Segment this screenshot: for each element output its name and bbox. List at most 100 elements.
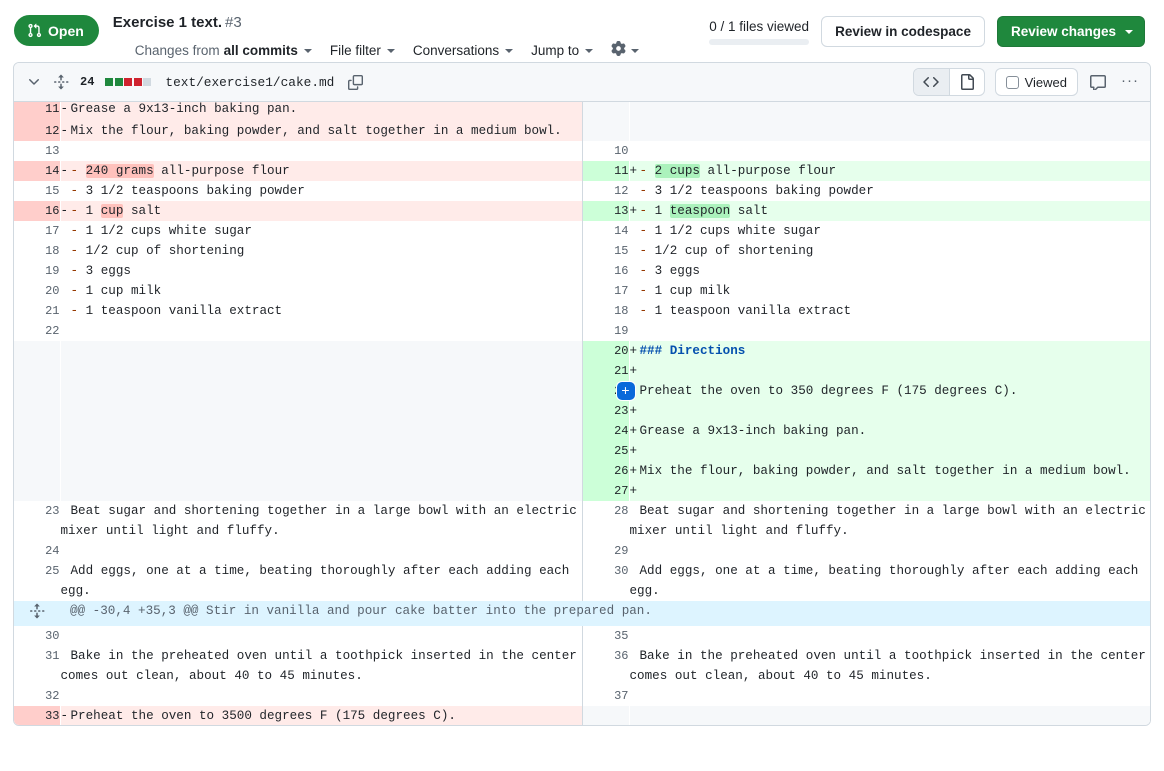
checkbox-box[interactable] [1005,75,1019,89]
line-number-left[interactable]: 30 [14,626,60,646]
diff-code-right[interactable]: + ### Directions [629,341,1150,361]
line-number-right[interactable] [583,706,629,725]
file-path[interactable]: text/exercise1/cake.md [165,75,334,90]
diff-code-right[interactable]: Beat sugar and shortening together in a … [629,501,1150,541]
diff-code-left[interactable]: Bake in the preheated oven until a tooth… [60,646,582,686]
line-number-left[interactable]: 16 [14,201,60,221]
line-number-right[interactable]: 11 [583,161,629,181]
line-number-left[interactable]: 24 [14,541,60,561]
jump-to-dropdown[interactable]: Jump to [531,43,594,58]
line-number-left[interactable]: 22 [14,321,60,341]
diff-code-left[interactable] [60,626,582,646]
diff-code-left[interactable]: - Grease a 9x13-inch baking pan. [60,102,582,121]
line-number-left[interactable]: 13 [14,141,60,161]
line-number-right[interactable]: 14 [583,221,629,241]
diff-code-left[interactable] [60,341,582,361]
diff-code-right[interactable]: + [629,481,1150,501]
diff-code-left[interactable] [60,361,582,381]
line-number-left[interactable]: 23 [14,501,60,541]
viewed-checkbox[interactable]: Viewed [994,68,1078,96]
line-number-right[interactable]: 13 [583,201,629,221]
line-number-left[interactable] [14,421,60,441]
diff-code-left[interactable]: - 3 eggs [60,261,582,281]
diff-code-right[interactable]: + Mix the flour, baking powder, and salt … [629,461,1150,481]
conversations-dropdown[interactable]: Conversations [413,43,514,58]
line-number-right[interactable]: 27 [583,481,629,501]
line-number-left[interactable]: 21 [14,301,60,321]
chevron-down-icon[interactable] [24,72,44,92]
diff-code-right[interactable]: + - 2 cups all-purpose flour [629,161,1150,181]
diff-code-right[interactable]: - 3 1/2 teaspoons baking powder [629,181,1150,201]
line-number-right[interactable]: 37 [583,686,629,706]
line-number-right[interactable]: 23 [583,401,629,421]
diff-code-right[interactable]: + [629,401,1150,421]
diff-code-right[interactable] [629,706,1150,725]
diff-code-right[interactable]: + - 1 teaspoon salt [629,201,1150,221]
line-number-left[interactable]: 20 [14,281,60,301]
line-number-left[interactable] [14,461,60,481]
line-number-right[interactable]: 17 [583,281,629,301]
line-number-left[interactable] [14,481,60,501]
review-in-codespace-button[interactable]: Review in codespace [821,16,985,47]
line-number-left[interactable]: 12 [14,121,60,141]
diff-code-right[interactable]: - 1/2 cup of shortening [629,241,1150,261]
diff-code-left[interactable]: -- 240 grams all-purpose flour [60,161,582,181]
line-number-left[interactable]: 33 [14,706,60,725]
diff-code-right[interactable]: - 1 teaspoon vanilla extract [629,301,1150,321]
diff-code-right[interactable]: - 1 cup milk [629,281,1150,301]
line-number-right[interactable]: 12 [583,181,629,201]
review-changes-button[interactable]: Review changes [996,16,1145,47]
diff-code-right[interactable] [629,321,1150,341]
copy-icon[interactable] [348,74,364,90]
line-number-right[interactable]: 10 [583,141,629,161]
diff-code-left[interactable]: -- 1 cup salt [60,201,582,221]
line-number-left[interactable]: 31 [14,646,60,686]
line-number-right[interactable]: 28 [583,501,629,541]
add-line-comment-button[interactable]: + [616,382,635,400]
line-number-left[interactable] [14,341,60,361]
line-number-right[interactable] [583,121,629,141]
diff-code-left[interactable] [60,421,582,441]
diff-code-left[interactable] [60,686,582,706]
line-number-right[interactable]: 25 [583,441,629,461]
line-number-left[interactable]: 11 [14,102,60,121]
line-number-left[interactable] [14,361,60,381]
line-number-left[interactable]: 17 [14,221,60,241]
diff-code-left[interactable] [60,401,582,421]
line-number-right[interactable]: 20 [583,341,629,361]
diff-code-left[interactable] [60,441,582,461]
diff-code-right[interactable] [629,541,1150,561]
line-number-left[interactable]: 14 [14,161,60,181]
line-number-left[interactable]: 25 [14,561,60,601]
diff-code-left[interactable]: Add eggs, one at a time, beating thoroug… [60,561,582,601]
line-number-left[interactable]: 32 [14,686,60,706]
diff-code-right[interactable]: - 3 eggs [629,261,1150,281]
line-number-right[interactable]: 24 [583,421,629,441]
diff-code-right[interactable]: + [629,441,1150,461]
more-options-button[interactable]: ··· [1118,73,1142,92]
diff-code-right[interactable] [629,102,1150,121]
line-number-right[interactable]: 15 [583,241,629,261]
diff-code-right[interactable]: + Preheat the oven to 350 degrees F (175 … [616,381,1150,401]
diff-code-right[interactable]: + Grease a 9x13-inch baking pan. [629,421,1150,441]
diff-code-left[interactable] [60,461,582,481]
line-number-left[interactable] [14,441,60,461]
diff-code-left[interactable] [60,141,582,161]
diff-code-right[interactable]: Bake in the preheated oven until a tooth… [629,646,1150,686]
diff-code-left[interactable]: - Preheat the oven to 3500 degrees F (175… [60,706,582,725]
line-number-right[interactable] [583,102,629,121]
unfold-icon[interactable] [52,72,70,92]
diff-code-right[interactable]: Add eggs, one at a time, beating thoroug… [629,561,1150,601]
line-number-right[interactable]: 16 [583,261,629,281]
line-number-right[interactable]: 21 [583,361,629,381]
diff-code-right[interactable]: - 1 1/2 cups white sugar [629,221,1150,241]
diff-code-left[interactable] [60,381,582,401]
diff-viewport[interactable]: 11- Grease a 9x13-inch baking pan. 12- Mix … [14,102,1150,725]
diff-code-left[interactable] [60,481,582,501]
changes-from-dropdown[interactable]: Changes from all commits [135,43,312,58]
line-number-right[interactable]: 18 [583,301,629,321]
diff-code-left[interactable]: - 1/2 cup of shortening [60,241,582,261]
diff-code-left[interactable] [60,541,582,561]
comment-icon[interactable] [1088,74,1108,90]
diff-code-right[interactable] [629,121,1150,141]
